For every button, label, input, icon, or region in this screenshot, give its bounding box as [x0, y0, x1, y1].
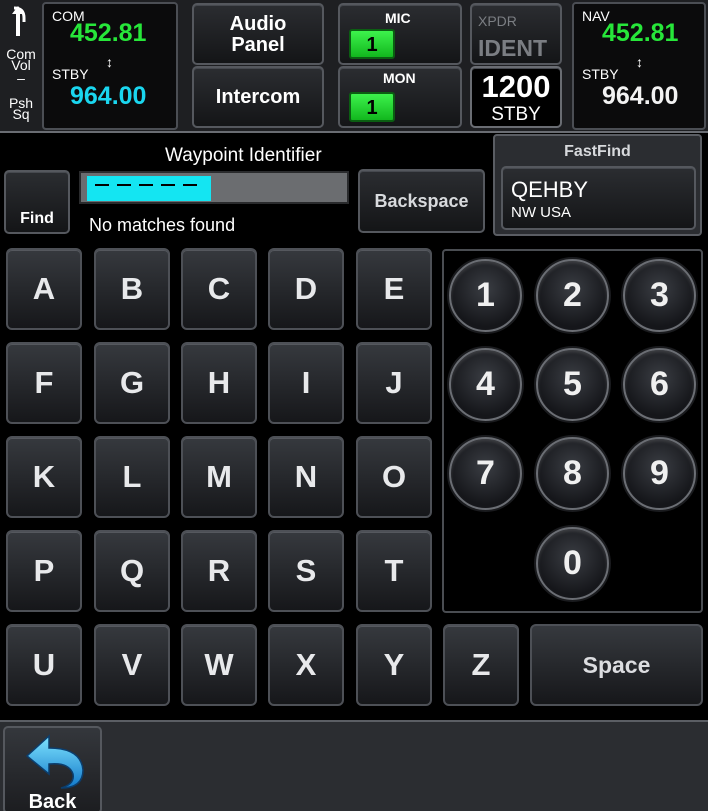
space-key[interactable]: Space [530, 624, 703, 706]
turn-arrow-icon [12, 6, 28, 36]
swap-icon[interactable]: ↕ [636, 54, 643, 70]
dash-label: – [17, 70, 25, 86]
key-q[interactable]: Q [94, 530, 170, 612]
find-button[interactable]: Find [4, 170, 70, 234]
xpdr-mode: STBY [491, 104, 541, 125]
key-m[interactable]: M [181, 436, 257, 518]
key-r[interactable]: R [181, 530, 257, 612]
squelch-label: Sq [12, 106, 30, 122]
squawk-code: 1200 [481, 69, 551, 104]
key-h[interactable]: H [181, 342, 257, 424]
identifier-cursor-field [87, 176, 211, 201]
xpdr-label: XPDR [478, 13, 517, 29]
key-6[interactable]: 6 [623, 348, 696, 421]
key-w[interactable]: W [181, 624, 257, 706]
key-n[interactable]: N [268, 436, 344, 518]
mic-button[interactable]: MIC 1 [338, 3, 462, 65]
nav-active-frequency: 452.81 [602, 19, 679, 47]
key-j[interactable]: J [356, 342, 432, 424]
nav-standby-frequency: 964.00 [602, 82, 679, 110]
mon-selection-indicator: 1 [349, 92, 395, 122]
waypoint-identifier-title: Waypoint Identifier [165, 145, 322, 166]
intercom-button[interactable]: Intercom [192, 66, 324, 128]
key-v[interactable]: V [94, 624, 170, 706]
com-standby-frequency: 964.00 [70, 82, 147, 110]
ident-label: IDENT [478, 35, 547, 61]
key-4[interactable]: 4 [449, 348, 522, 421]
back-arrow-icon [25, 734, 84, 789]
key-o[interactable]: O [356, 436, 432, 518]
key-z[interactable]: Z [443, 624, 519, 706]
mic-label: MIC [385, 10, 411, 26]
intercom-label: Intercom [215, 86, 301, 108]
com-volume-knob-label[interactable]: Com Vol – Psh Sq [0, 0, 42, 131]
back-button[interactable]: Back [3, 726, 102, 811]
key-9[interactable]: 9 [623, 437, 696, 510]
key-p[interactable]: P [6, 530, 82, 612]
key-t[interactable]: T [356, 530, 432, 612]
key-g[interactable]: G [94, 342, 170, 424]
backspace-button[interactable]: Backspace [358, 169, 485, 233]
key-a[interactable]: A [6, 248, 82, 330]
fastfind-region: NW USA [511, 204, 571, 221]
panel-label: Panel [231, 34, 285, 56]
fastfind-result-button[interactable]: QEHBY NW USA [501, 166, 696, 230]
waypoint-identifier-field[interactable] [79, 171, 349, 204]
audio-label: Audio [229, 13, 287, 35]
bottom-bar: Back [0, 720, 708, 811]
char-placeholder [183, 184, 197, 186]
com-stby-label: STBY [52, 66, 89, 82]
audio-panel-button[interactable]: Audio Panel [192, 3, 324, 65]
numeric-keypad: 1 2 3 4 5 6 7 8 9 0 [442, 249, 703, 613]
key-7[interactable]: 7 [449, 437, 522, 510]
key-d[interactable]: D [268, 248, 344, 330]
key-s[interactable]: S [268, 530, 344, 612]
key-0[interactable]: 0 [536, 527, 609, 600]
key-l[interactable]: L [94, 436, 170, 518]
key-2[interactable]: 2 [536, 259, 609, 332]
key-u[interactable]: U [6, 624, 82, 706]
key-f[interactable]: F [6, 342, 82, 424]
key-1[interactable]: 1 [449, 259, 522, 332]
key-x[interactable]: X [268, 624, 344, 706]
mon-button[interactable]: MON 1 [338, 66, 462, 128]
top-bar: Com Vol – Psh Sq COM 452.81 ↕ STBY 964.0… [0, 0, 708, 133]
fastfind-title: FastFind [564, 143, 631, 160]
mic-selection-indicator: 1 [349, 29, 395, 59]
match-status: No matches found [89, 215, 236, 235]
key-y[interactable]: Y [356, 624, 432, 706]
key-8[interactable]: 8 [536, 437, 609, 510]
swap-icon[interactable]: ↕ [106, 54, 113, 70]
com-frequency-panel[interactable]: COM 452.81 ↕ STBY 964.00 [42, 2, 178, 130]
char-placeholder [161, 184, 175, 186]
key-k[interactable]: K [6, 436, 82, 518]
backspace-label: Backspace [374, 191, 469, 211]
nav-frequency-panel[interactable]: NAV 452.81 ↕ STBY 964.00 [572, 2, 706, 130]
fastfind-identifier: QEHBY [511, 177, 589, 202]
char-placeholder [95, 184, 109, 186]
fastfind-panel: FastFind QEHBY NW USA [493, 134, 702, 236]
key-5[interactable]: 5 [536, 348, 609, 421]
find-label: Find [20, 210, 54, 227]
key-i[interactable]: I [268, 342, 344, 424]
com-active-frequency: 452.81 [70, 19, 147, 47]
char-placeholder [117, 184, 131, 186]
nav-stby-label: STBY [582, 66, 619, 82]
key-b[interactable]: B [94, 248, 170, 330]
key-e[interactable]: E [356, 248, 432, 330]
key-3[interactable]: 3 [623, 259, 696, 332]
xpdr-code-button[interactable]: 1200 STBY [470, 66, 562, 128]
char-placeholder [139, 184, 153, 186]
mon-label: MON [383, 70, 416, 86]
key-c[interactable]: C [181, 248, 257, 330]
xpdr-ident-button[interactable]: XPDR IDENT [470, 3, 562, 65]
back-label: Back [28, 791, 77, 811]
